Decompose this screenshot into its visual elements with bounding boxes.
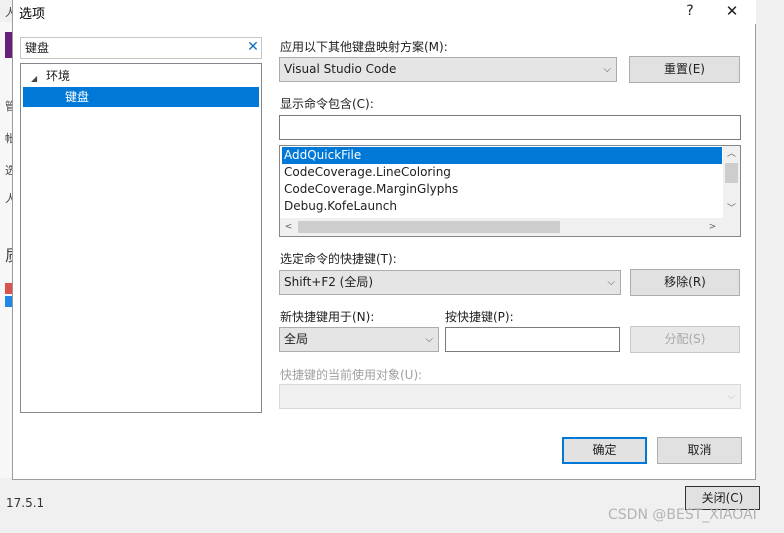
chevron-down-icon: ⌵	[603, 64, 611, 75]
horizontal-scroll-thumb[interactable]	[298, 221, 560, 233]
mapping-scheme-select[interactable]: Visual Studio Code ⌵	[279, 57, 617, 82]
vertical-scrollbar[interactable]: ︿ ﹀	[723, 146, 740, 218]
use-new-shortcut-in-label: 新快捷键用于(N):	[280, 310, 375, 324]
press-shortcut-label: 按快捷键(P):	[445, 310, 514, 324]
options-tree: ◢ 环境 键盘	[20, 63, 262, 413]
use-new-shortcut-in-value: 全局	[284, 332, 309, 346]
tree-node-keyboard[interactable]: 键盘	[23, 87, 259, 107]
shortcut-for-command-select[interactable]: Shift+F2 (全局) ⌵	[279, 270, 621, 295]
vertical-scroll-thumb[interactable]	[725, 163, 738, 183]
scroll-down-icon[interactable]: ﹀	[723, 201, 740, 218]
chevron-down-icon: ⌵	[425, 334, 433, 345]
current-usage-select[interactable]: ⌵	[279, 384, 741, 409]
background-blue-marker	[5, 296, 12, 307]
command-filter-input[interactable]	[279, 115, 741, 140]
help-icon[interactable]: ?	[680, 1, 700, 21]
commands-list[interactable]: AddQuickFile CodeCoverage.LineColoring C…	[279, 145, 741, 237]
title-bar: 选项 ? ✕	[13, 0, 756, 24]
mapping-scheme-value: Visual Studio Code	[284, 62, 397, 76]
scrollbar-corner	[723, 218, 740, 236]
scroll-up-icon[interactable]: ︿	[723, 146, 740, 163]
use-new-shortcut-in-select[interactable]: 全局 ⌵	[279, 327, 439, 352]
clear-search-icon[interactable]: ✕	[244, 37, 262, 59]
tree-node-keyboard-label: 键盘	[65, 90, 90, 104]
background-logo-block	[5, 32, 12, 58]
options-search-input[interactable]: 键盘	[20, 37, 262, 59]
scroll-left-icon[interactable]: <	[280, 218, 297, 236]
list-item[interactable]: CodeCoverage.MarginGlyphs	[282, 181, 722, 198]
show-commands-label: 显示命令包含(C):	[280, 97, 374, 111]
shortcut-for-command-label: 选定命令的快捷键(T):	[280, 252, 397, 266]
shortcut-for-command-value: Shift+F2 (全局)	[284, 275, 374, 289]
cancel-button[interactable]: 取消	[657, 437, 742, 464]
tree-node-environment-label: 环境	[46, 69, 71, 83]
current-usage-label: 快捷键的当前使用对象(U):	[280, 368, 423, 382]
ok-button[interactable]: 确定	[562, 437, 647, 464]
scroll-right-icon[interactable]: >	[704, 218, 721, 236]
horizontal-scrollbar[interactable]: < >	[280, 218, 723, 236]
press-shortcut-input[interactable]	[445, 327, 620, 352]
close-icon[interactable]: ✕	[721, 1, 743, 21]
version-label: 17.5.1	[6, 496, 45, 510]
dialog-title: 选项	[19, 7, 46, 22]
options-dialog: 选项 ? ✕ 键盘 ✕ ◢ 环境 键盘 应用以下其他键盘映射方案(M): Vis…	[12, 0, 756, 480]
list-item[interactable]: CodeCoverage.LineColoring	[282, 164, 722, 181]
remove-button[interactable]: 移除(R)	[630, 269, 740, 296]
background-red-marker	[5, 283, 12, 294]
list-item[interactable]: AddQuickFile	[282, 147, 722, 164]
mapping-scheme-label: 应用以下其他键盘映射方案(M):	[280, 40, 448, 54]
assign-button[interactable]: 分配(S)	[630, 326, 740, 353]
reset-button[interactable]: 重置(E)	[629, 56, 740, 83]
watermark: CSDN @BEST_XIAOAI	[608, 507, 757, 523]
tree-node-environment[interactable]: ◢ 环境	[21, 67, 261, 85]
chevron-down-icon: ⌵	[727, 391, 735, 402]
chevron-down-icon: ⌵	[607, 277, 615, 288]
list-item[interactable]: Debug.KofeLaunch	[282, 198, 722, 215]
expand-arrow-icon[interactable]: ◢	[31, 70, 37, 88]
